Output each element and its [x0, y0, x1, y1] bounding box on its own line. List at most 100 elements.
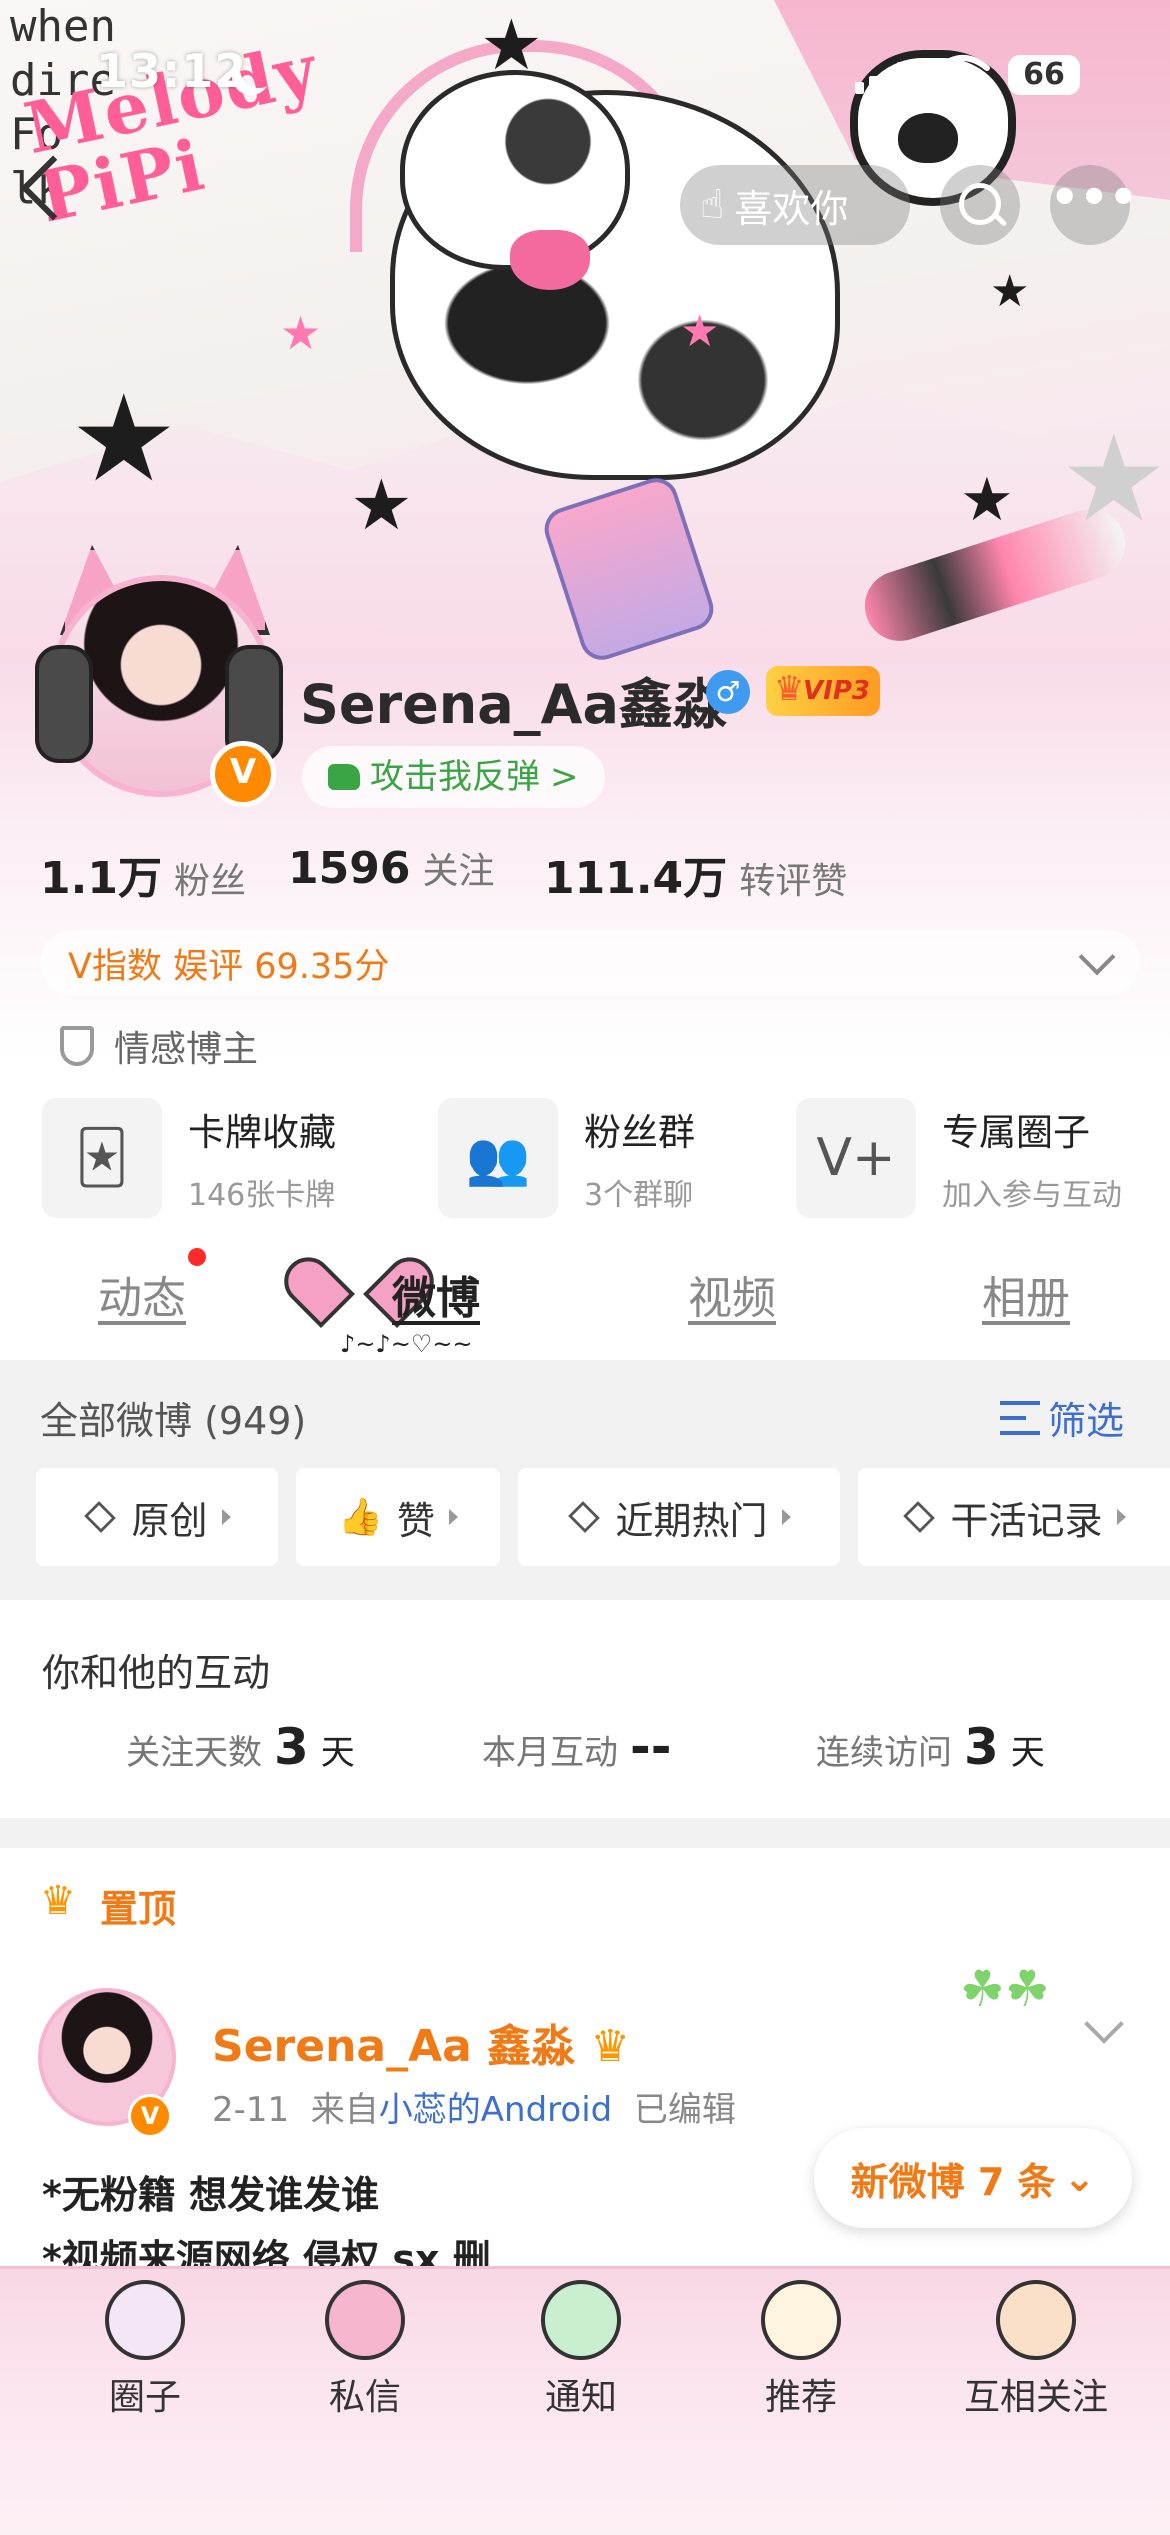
crown-badge-icon: ♛ — [590, 2021, 630, 2072]
nav-circles[interactable]: 圈子 — [50, 2280, 240, 2420]
feature-subtitle: 加入参与互动 — [942, 1178, 1122, 1213]
unread-dot — [188, 1248, 206, 1266]
heart-icon — [315, 1262, 385, 1322]
profile-avatar[interactable]: V — [30, 545, 283, 807]
chip-original[interactable]: 原创 — [36, 1468, 278, 1566]
interaction-label: 本月互动 — [482, 1733, 618, 1773]
chip-trending[interactable]: 近期热门 — [518, 1468, 840, 1566]
feature-title: 粉丝群 — [584, 1111, 695, 1154]
section-divider — [0, 1818, 1170, 1848]
circle-add-icon: V+ — [796, 1098, 916, 1218]
nav-label: 通知 — [544, 2377, 617, 2418]
stat-number: 1.1万 — [40, 853, 162, 904]
shield-icon — [60, 1026, 94, 1066]
chevron-down-icon — [1078, 938, 1116, 976]
interaction-monthly: 本月互动 -- — [482, 1718, 684, 1776]
like-button-label: 喜欢你 — [734, 186, 849, 231]
nav-label: 圈子 — [108, 2377, 181, 2418]
post-author-name[interactable]: Serena_Aa 鑫淼 ♛ — [212, 2010, 630, 2074]
tagline-pill[interactable]: 攻击我反弹 > — [302, 746, 605, 808]
star-icon: ★ — [680, 306, 720, 357]
earmuff-left — [35, 645, 93, 763]
group-icon: 👥 — [438, 1098, 558, 1218]
blogger-tag: 情感博主 — [60, 1020, 258, 1072]
heart-icon — [325, 2280, 405, 2360]
interaction-label: 关注天数 — [126, 1733, 262, 1773]
feature-subtitle: 146张卡牌 — [188, 1178, 336, 1213]
feature-exclusive-circle[interactable]: V+ 专属圈子 加入参与互动 — [796, 1098, 1122, 1218]
interaction-value: -- — [630, 1718, 672, 1776]
interaction-value: 3 — [274, 1718, 309, 1776]
star-icon: ★ — [70, 370, 178, 509]
paw-icon — [996, 2280, 1076, 2360]
interaction-value: 3 — [964, 1718, 999, 1776]
feature-subtitle: 3个群聊 — [584, 1178, 694, 1213]
interaction-streak: 连续访问 3 天 — [816, 1718, 1045, 1776]
layers-icon — [568, 1501, 601, 1533]
interaction-unit: 天 — [1010, 1733, 1045, 1773]
vip-badge[interactable]: VIP3 — [766, 664, 880, 716]
tab-album[interactable]: 相册 — [982, 1262, 1070, 1326]
status-time: 13:12 — [96, 44, 248, 98]
stat-label: 转评赞 — [739, 861, 848, 902]
stat-number: 111.4万 — [544, 853, 728, 904]
feature-title: 专属圈子 — [942, 1111, 1090, 1154]
chip-work-log[interactable]: 干活记录 — [858, 1468, 1170, 1566]
card-icon: 🃏 — [42, 1098, 162, 1218]
bow-illustration — [510, 230, 590, 290]
new-posts-button[interactable]: 新微博 7 条 ⌄ — [814, 2128, 1132, 2228]
v-index-text: V指数 娱评 69.35分 — [68, 946, 390, 987]
nav-notifications[interactable]: 通知 — [486, 2280, 676, 2420]
filter-icon — [1000, 1400, 1040, 1435]
interaction-title: 你和他的互动 — [42, 1651, 271, 1695]
caret-right-icon — [221, 1509, 231, 1525]
thumbs-up-icon: 👍 — [338, 1497, 383, 1538]
tab-indicator-squiggle: ♪~♪~♡~~ — [340, 1330, 473, 1358]
star-icon: ★ — [350, 464, 413, 546]
like-button[interactable]: ☝ 喜欢你 — [680, 165, 910, 245]
stat-likes[interactable]: 111.4万 转评赞 — [544, 842, 847, 906]
bonnet-icon — [761, 2280, 841, 2360]
microphone-icon — [105, 2280, 185, 2360]
nav-recommend[interactable]: 推荐 — [706, 2280, 896, 2420]
like-hand-icon: ☝ — [700, 182, 725, 228]
pinned-label: 置顶 — [100, 1887, 177, 1931]
stat-following[interactable]: 1596 关注 — [288, 842, 494, 894]
nav-messages[interactable]: 私信 — [270, 2280, 460, 2420]
chevron-down-icon[interactable] — [1084, 2004, 1124, 2044]
star-icon: ★ — [280, 306, 322, 360]
stat-followers[interactable]: 1.1万 粉丝 — [40, 842, 246, 906]
filter-label: 筛选 — [1048, 1399, 1125, 1443]
tab-weibo[interactable]: 微博 — [392, 1262, 480, 1326]
new-posts-label: 新微博 7 条 — [850, 2159, 1056, 2204]
tamagotchi-icon — [541, 2280, 621, 2360]
tagline-arrow-icon: > — [550, 757, 579, 797]
nav-label: 推荐 — [764, 2377, 837, 2418]
blogger-tag-label: 情感博主 — [114, 1029, 259, 1070]
post-source-link[interactable]: 小蕊的Android — [379, 2090, 612, 2130]
interaction-unit: 天 — [320, 1733, 355, 1773]
tab-video[interactable]: 视频 — [688, 1262, 776, 1326]
post-date: 2-11 — [212, 2090, 290, 2130]
nav-mutual-follow[interactable]: 互相关注 — [926, 2280, 1146, 2420]
filter-button[interactable]: 筛选 — [1000, 1390, 1124, 1445]
chip-label: 原创 — [131, 1498, 208, 1543]
star-icon: ★ — [1060, 410, 1168, 549]
caret-right-icon — [781, 1509, 791, 1525]
chip-liked[interactable]: 👍 赞 — [296, 1468, 500, 1566]
tagline-text: 攻击我反弹 — [370, 757, 540, 797]
feature-card-collection[interactable]: 🃏 卡牌收藏 146张卡牌 — [42, 1098, 336, 1218]
v-index-row[interactable]: V指数 娱评 69.35分 — [40, 930, 1140, 996]
layers-icon — [903, 1501, 936, 1533]
post-text-line: *无粉籍 想发谁发谁 — [42, 2173, 380, 2217]
post-from-label: 来自 — [310, 2090, 379, 2130]
feature-title: 卡牌收藏 — [188, 1111, 336, 1154]
tab-dynamics[interactable]: 动态 — [98, 1262, 186, 1326]
search-button[interactable] — [940, 165, 1020, 245]
all-weibo-count: 全部微博 (949) — [40, 1399, 307, 1443]
male-gender-icon: ♂ — [706, 670, 750, 714]
more-button[interactable]: ••• — [1050, 165, 1138, 245]
star-icon: ★ — [990, 266, 1030, 317]
feature-fan-group[interactable]: 👥 粉丝群 3个群聊 — [438, 1098, 695, 1218]
chip-label: 干活记录 — [950, 1498, 1103, 1543]
